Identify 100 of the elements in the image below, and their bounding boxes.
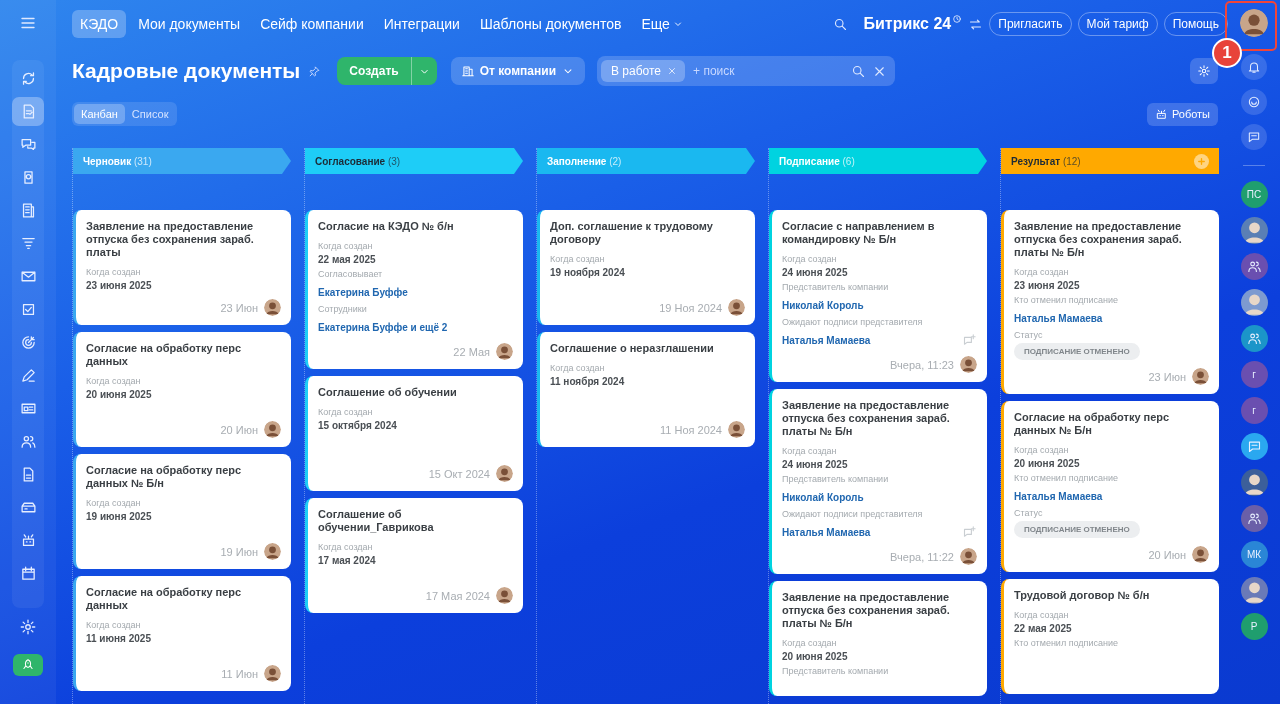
user-link[interactable]: Наталья Мамаева xyxy=(1014,491,1103,502)
user-link[interactable]: Екатерина Буффе xyxy=(318,287,408,298)
document-card[interactable]: Согласие на обработку перс данных № Б/н Когда создан 20 июня 2025 Кто отменил подписание Наталья Мамаева Статус ПОДПИСАНИЕ ОТМЕНЕНО 20 Июн xyxy=(1001,401,1219,572)
contact-initials[interactable]: г xyxy=(1240,397,1268,424)
card-date: 23 Июн xyxy=(220,301,258,314)
field-label: Когда создан xyxy=(782,254,838,264)
field-label: Представитель компании xyxy=(782,666,890,676)
card-title[interactable]: Заявление на предоставление отпуска без сохранения зараб. платы № Б/н xyxy=(782,399,977,438)
card-title[interactable]: Согласие на обработку перс данных № Б/н xyxy=(1014,411,1209,437)
document-card[interactable]: Заявление на предоставление отпуска без сохранения зараб. платы Когда создан 23 июня 2025 23 Июн xyxy=(73,210,291,325)
card-title[interactable]: Согласие с направлением в командировку № Б/н xyxy=(782,220,977,246)
field-label: Когда создан xyxy=(86,620,142,630)
nav-tab[interactable]: Интеграции xyxy=(375,10,468,38)
card-date: 20 Июн xyxy=(1148,548,1186,561)
field-label: Ожидают подписи представителя xyxy=(782,317,924,327)
field-label: Сотрудники xyxy=(318,304,368,314)
document-card[interactable]: Заявление на предоставление отпуска без сохранения зараб. платы № Б/н Когда создан 20 июня 2025 Представитель компании xyxy=(769,581,987,696)
card-title[interactable]: Согласие на обработку перс данных xyxy=(86,586,281,612)
contact-initials[interactable]: г xyxy=(1240,361,1268,388)
card-date: 19 Ноя 2024 xyxy=(659,301,722,314)
user-link[interactable]: Николай Король xyxy=(782,492,864,503)
field-label: Статус xyxy=(1014,330,1044,340)
document-card[interactable]: Доп. соглашение к трудовому договору Когда создан 19 ноября 2024 19 Ноя 2024 xyxy=(537,210,755,325)
scope-dropdown[interactable]: От компании xyxy=(450,57,586,85)
card-title[interactable]: Соглашение о неразглашении xyxy=(550,342,745,355)
field-value: 20 июня 2025 xyxy=(86,389,153,400)
field-label: Представитель компании xyxy=(782,282,890,292)
document-card[interactable]: Заявление на предоставление отпуска без сохранения зараб. платы № Б/н Когда создан 23 июня 2025 Кто отменил подписание Наталья Мамаева Статус ПОДПИСАНИЕ ОТМЕНЕНО 23 Июн xyxy=(1001,210,1219,394)
field-label: Кто отменил подписание xyxy=(1014,638,1119,648)
nav-tab[interactable]: Еще xyxy=(633,10,692,38)
card-title[interactable]: Трудовой договор № б/н xyxy=(1014,589,1209,602)
field-label: Когда создан xyxy=(318,542,374,552)
nav-tab[interactable]: Шаблоны документов xyxy=(471,10,630,38)
contact-initials[interactable]: МК xyxy=(1240,541,1268,568)
card-title[interactable]: Согласие на КЭДО № б/н xyxy=(318,220,513,233)
document-card[interactable]: Соглашение об обучении_Гаврикова Когда создан 17 мая 2024 17 Мая 2024 xyxy=(305,498,523,613)
user-link[interactable]: Наталья Мамаева xyxy=(1014,313,1103,324)
field-label: Согласовывает xyxy=(318,269,384,279)
column-header[interactable]: Результат (12) xyxy=(1001,148,1219,174)
nav-tab[interactable]: Сейф компании xyxy=(252,10,372,38)
field-label: Когда создан xyxy=(318,407,374,417)
user-link[interactable]: Наталья Мамаева xyxy=(782,335,871,346)
field-label: Когда создан xyxy=(782,446,838,456)
document-card[interactable]: Соглашение о неразглашении Когда создан 11 ноября 2024 11 Ноя 2024 xyxy=(537,332,755,447)
page-title: Кадровые документы xyxy=(72,59,301,83)
field-label: Кто отменил подписание xyxy=(1014,473,1119,483)
document-card[interactable]: Заявление на предоставление отпуска без сохранения зараб. платы № Б/н Когда создан 24 июня 2025 Представитель компании Николай Король Ожидают подписи представителя Наталья Мамаева Вчера, 11:22 xyxy=(769,389,987,574)
document-card[interactable]: Трудовой договор № б/н Когда создан 22 мая 2025 Кто отменил подписание xyxy=(1001,579,1219,694)
status-badge: ПОДПИСАНИЕ ОТМЕНЕНО xyxy=(1014,521,1140,538)
field-value: 23 июня 2025 xyxy=(1014,280,1081,291)
field-value: 17 мая 2024 xyxy=(318,555,377,566)
card-date: 17 Мая 2024 xyxy=(425,589,490,602)
user-link[interactable]: Екатерина Буффе и ещё 2 xyxy=(318,322,448,333)
card-title[interactable]: Заявление на предоставление отпуска без сохранения зараб. платы xyxy=(86,220,281,259)
card-date: 22 Мая xyxy=(453,345,490,358)
field-label: Когда создан xyxy=(1014,610,1070,620)
field-label: Ожидают подписи представителя xyxy=(782,509,924,519)
field-value: 23 июня 2025 xyxy=(86,280,153,291)
card-date: Вчера, 11:22 xyxy=(890,550,954,563)
field-value: 24 июня 2025 xyxy=(782,267,849,278)
field-value: 24 июня 2025 xyxy=(782,459,849,470)
step-marker: 1 xyxy=(1212,38,1242,68)
nav-tab[interactable]: Мои документы xyxy=(130,10,249,38)
document-card[interactable]: Согласие с направлением в командировку № Б/н Когда создан 24 июня 2025 Представитель компании Николай Король Ожидают подписи представителя Наталья Мамаева Вчера, 11:23 xyxy=(769,210,987,382)
field-label: Когда создан xyxy=(550,363,606,373)
field-label: Когда создан xyxy=(318,241,374,251)
card-title[interactable]: Заявление на предоставление отпуска без сохранения зараб. платы № Б/н xyxy=(782,591,977,630)
card-title[interactable]: Согласие на обработку перс данных № Б/н xyxy=(86,464,281,490)
field-label: Когда создан xyxy=(86,376,142,386)
card-date: 15 Окт 2024 xyxy=(428,467,490,480)
field-value: 20 июня 2025 xyxy=(782,651,849,662)
card-title[interactable]: Соглашение об обучении xyxy=(318,386,513,399)
field-label: Когда создан xyxy=(86,267,142,277)
field-label: Представитель компании xyxy=(782,474,890,484)
document-card[interactable]: Согласие на КЭДО № б/н Когда создан 22 мая 2025 Согласовывает Екатерина Буффе Сотрудники Екатерина Буффе и ещё 2 22 Мая xyxy=(305,210,523,369)
logo-text[interactable]: Битрикс 24 xyxy=(863,15,952,33)
card-date: 19 Июн xyxy=(220,545,258,558)
field-label: Статус xyxy=(1014,508,1044,518)
card-title[interactable]: Заявление на предоставление отпуска без сохранения зараб. платы № Б/н xyxy=(1014,220,1209,259)
field-label: Когда создан xyxy=(550,254,606,264)
robots-button[interactable]: Роботы xyxy=(1146,102,1218,126)
field-value: 19 ноября 2024 xyxy=(550,267,626,278)
document-card[interactable]: Согласие на обработку перс данных Когда создан 20 июня 2025 20 Июн xyxy=(73,332,291,447)
document-card[interactable]: Соглашение об обучении Когда создан 15 октября 2024 15 Окт 2024 xyxy=(305,376,523,491)
column-header[interactable]: Согласование (3) xyxy=(305,148,523,174)
user-link[interactable]: Николай Король xyxy=(782,300,864,311)
field-value: 22 мая 2025 xyxy=(1014,623,1073,634)
card-date: 11 Ноя 2024 xyxy=(659,423,722,436)
card-title[interactable]: Согласие на обработку перс данных xyxy=(86,342,281,368)
card-date: 20 Июн xyxy=(220,423,258,436)
document-card[interactable]: Согласие на обработку перс данных № Б/н Когда создан 19 июня 2025 19 Июн xyxy=(73,454,291,569)
field-value: 19 июня 2025 xyxy=(86,511,153,522)
field-label: Когда создан xyxy=(782,638,838,648)
card-title[interactable]: Доп. соглашение к трудовому договору xyxy=(550,220,745,246)
card-date: 23 Июн xyxy=(1148,370,1186,383)
card-title[interactable]: Соглашение об обучении_Гаврикова xyxy=(318,508,513,534)
document-card[interactable]: Согласие на обработку перс данных Когда создан 11 июня 2025 11 Июн xyxy=(73,576,291,691)
user-link[interactable]: Наталья Мамаева xyxy=(782,527,871,538)
field-value: 15 октября 2024 xyxy=(318,420,398,431)
field-value: 22 мая 2025 xyxy=(318,254,377,265)
